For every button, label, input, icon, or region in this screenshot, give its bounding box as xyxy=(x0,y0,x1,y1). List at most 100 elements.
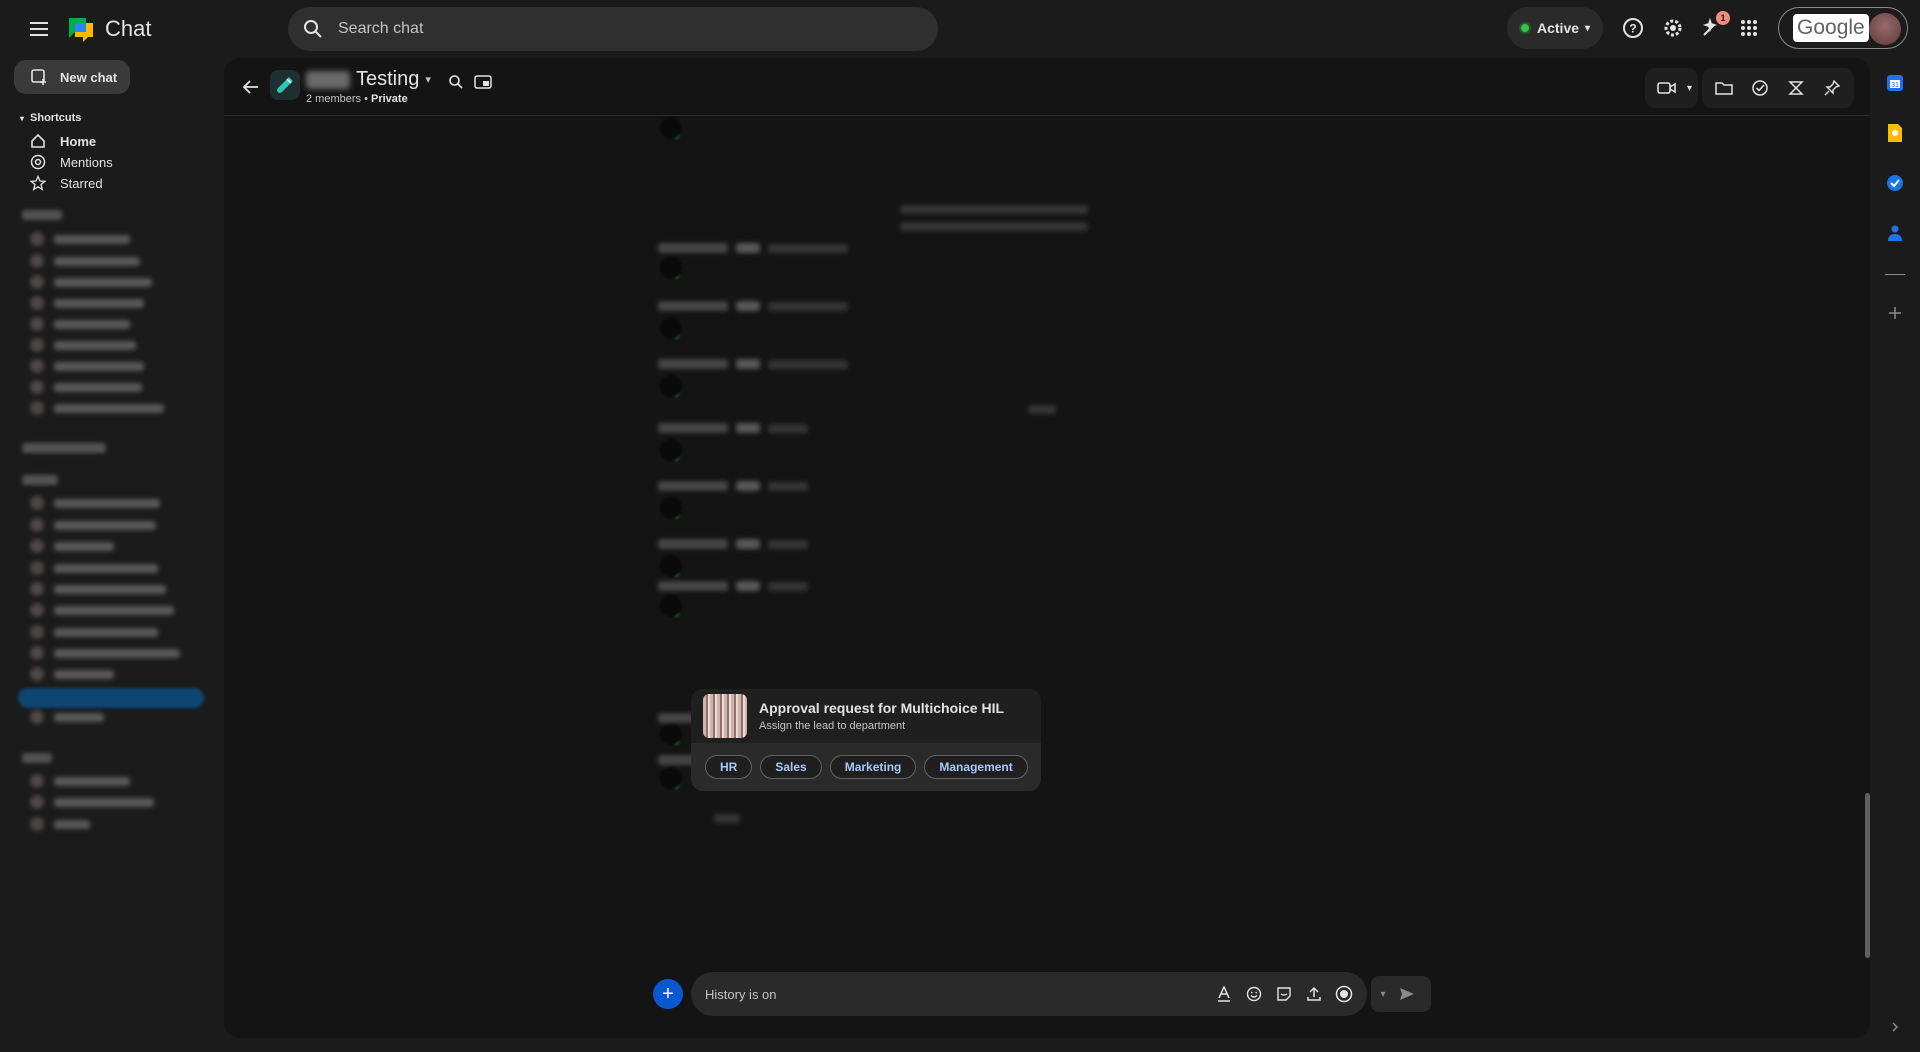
redacted-list-item[interactable] xyxy=(30,275,152,289)
sticker-icon[interactable] xyxy=(1273,983,1295,1005)
redacted-list-item[interactable] xyxy=(30,401,164,415)
folder-icon[interactable] xyxy=(1708,72,1740,104)
settings-gear-icon[interactable] xyxy=(1660,15,1686,41)
keep-icon[interactable] xyxy=(1883,121,1907,145)
redacted-avatar xyxy=(660,723,682,745)
back-arrow-icon[interactable] xyxy=(240,76,262,98)
marketing-button[interactable]: Marketing xyxy=(829,755,917,779)
card-image xyxy=(703,694,747,738)
redacted-list-item[interactable] xyxy=(30,496,160,510)
hr-button[interactable]: HR xyxy=(705,755,753,779)
search-in-space-icon[interactable] xyxy=(448,74,468,94)
redacted-list-item[interactable] xyxy=(30,710,104,724)
contacts-icon[interactable] xyxy=(1883,221,1907,245)
sidebar-item-mentions[interactable]: Mentions xyxy=(30,152,113,172)
message-input[interactable] xyxy=(705,986,1185,1002)
send-options-chevron-icon[interactable]: ▾ xyxy=(1371,976,1395,1012)
redacted-list-item[interactable] xyxy=(30,795,154,809)
redacted-list-item[interactable] xyxy=(30,338,136,352)
account-button[interactable]: Google xyxy=(1778,7,1908,49)
redacted-list-item[interactable] xyxy=(30,539,114,553)
integrations-icon[interactable] xyxy=(1780,72,1812,104)
emoji-icon[interactable] xyxy=(1243,983,1265,1005)
pin-icon[interactable] xyxy=(1816,72,1848,104)
approval-card: Approval request for Multichoice HIL Ass… xyxy=(691,689,1041,791)
redacted-name xyxy=(306,70,350,89)
redacted-avatar xyxy=(660,439,682,461)
member-count: 2 members xyxy=(306,93,362,105)
card-title: Approval request for Multichoice HIL xyxy=(759,700,1005,716)
chevron-down-icon: ▾ xyxy=(425,74,431,86)
redacted-list-item[interactable] xyxy=(30,817,90,831)
svg-text:?: ? xyxy=(1629,22,1636,36)
chevron-down-icon: ▾ xyxy=(1585,22,1591,34)
chevron-down-icon[interactable]: ▾ xyxy=(1687,83,1692,94)
redacted-message xyxy=(658,243,848,253)
sidebar-item-label: Home xyxy=(60,133,97,149)
send-icon[interactable] xyxy=(1395,976,1419,1012)
upload-icon[interactable] xyxy=(1303,983,1325,1005)
redacted-section-heading xyxy=(22,443,106,453)
redacted-list-item[interactable] xyxy=(30,561,158,575)
redacted-list-item[interactable] xyxy=(30,646,180,660)
redacted-avatar xyxy=(660,595,682,617)
redacted-list-item[interactable] xyxy=(30,774,130,788)
at-icon xyxy=(30,154,46,170)
redacted-section-heading xyxy=(22,753,52,763)
chat-header: Testing ▾ 2 members • Private ▾ xyxy=(224,58,1870,116)
redacted-list-item[interactable] xyxy=(30,667,114,681)
caret-down-icon: ▾ xyxy=(20,113,25,123)
add-app-icon[interactable] xyxy=(1883,301,1907,325)
selected-sidebar-item[interactable] xyxy=(18,688,204,708)
search-icon[interactable] xyxy=(288,7,338,51)
management-button[interactable]: Management xyxy=(924,755,1028,779)
redacted-footer-text xyxy=(714,814,740,823)
sales-button[interactable]: Sales xyxy=(760,755,822,779)
shortcuts-heading: Shortcuts xyxy=(30,112,82,124)
text-format-icon[interactable] xyxy=(1213,983,1235,1005)
redacted-list-item[interactable] xyxy=(30,317,130,331)
video-call-icon[interactable] xyxy=(1651,72,1683,104)
sidebar-item-home[interactable]: Home xyxy=(30,131,96,151)
redacted-list-item[interactable] xyxy=(30,518,156,532)
redacted-date-divider xyxy=(1028,405,1056,414)
app-updates-icon[interactable]: 1 xyxy=(1698,11,1730,41)
rail-divider xyxy=(1885,274,1905,275)
sidebar-item-starred[interactable]: Starred xyxy=(30,173,103,193)
sidebar-item-label: Starred xyxy=(60,175,103,191)
search-bar[interactable] xyxy=(288,7,938,51)
header-actions: ▾ xyxy=(1644,68,1854,108)
redacted-list-item[interactable] xyxy=(30,296,144,310)
redacted-list-item[interactable] xyxy=(30,380,142,394)
redacted-list-item[interactable] xyxy=(30,603,174,617)
tasks-check-icon[interactable] xyxy=(1744,72,1776,104)
tasks-icon[interactable] xyxy=(1883,171,1907,195)
space-title[interactable]: Testing ▾ xyxy=(306,68,431,91)
redacted-avatar xyxy=(660,375,682,397)
redacted-list-item[interactable] xyxy=(30,582,166,596)
help-icon[interactable]: ? xyxy=(1620,15,1646,41)
search-input[interactable] xyxy=(338,20,898,38)
top-bar: Chat Active ▾ ? 1 Google xyxy=(0,0,1920,58)
new-chat-button[interactable]: New chat xyxy=(14,60,130,94)
redacted-avatar xyxy=(660,555,682,577)
space-subtitle: 2 members • Private xyxy=(306,93,408,105)
redacted-list-item[interactable] xyxy=(30,254,140,268)
composer-tools xyxy=(1213,983,1355,1005)
apps-grid-icon[interactable] xyxy=(1736,15,1762,41)
send-group: ▾ xyxy=(1371,976,1431,1012)
main-menu-icon[interactable] xyxy=(26,16,52,42)
status-button[interactable]: Active ▾ xyxy=(1507,7,1603,49)
calendar-icon[interactable]: 31 xyxy=(1883,71,1907,95)
redacted-message xyxy=(658,359,848,369)
picture-in-picture-icon[interactable] xyxy=(474,74,494,94)
add-attachment-button[interactable]: + xyxy=(653,979,683,1009)
message-composer[interactable] xyxy=(691,972,1367,1016)
redacted-list-item[interactable] xyxy=(30,359,144,373)
record-video-icon[interactable] xyxy=(1333,983,1355,1005)
shortcuts-section-toggle[interactable]: ▾ Shortcuts xyxy=(20,112,81,124)
redacted-list-item[interactable] xyxy=(30,625,158,639)
expand-panel-chevron-icon[interactable] xyxy=(1883,1015,1907,1039)
test-tube-icon xyxy=(270,70,300,100)
redacted-list-item[interactable] xyxy=(30,232,130,246)
